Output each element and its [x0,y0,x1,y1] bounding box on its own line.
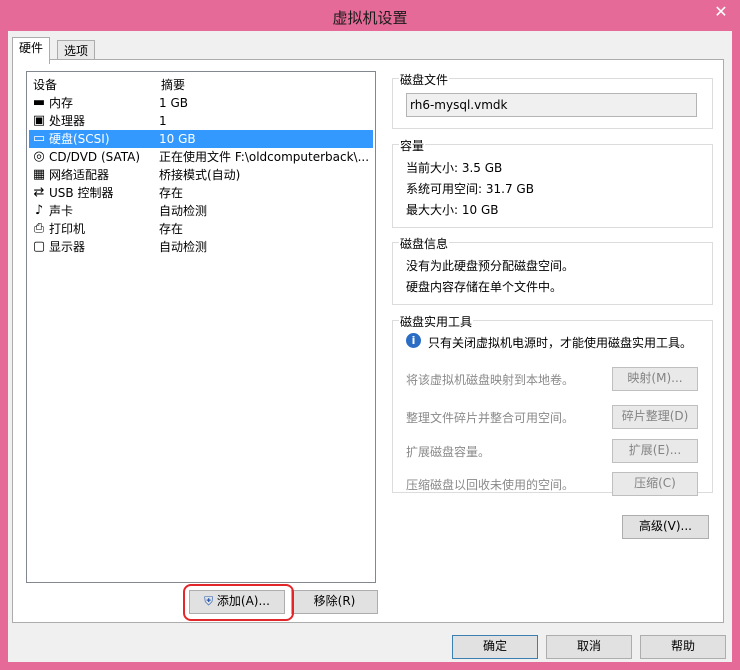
device-name: 硬盘(SCSI) [49,132,110,146]
annotation-circle [183,584,294,621]
device-name: USB 控制器 [49,186,114,200]
device-summary: 正在使用文件 F:\oldcomputerback\... [159,150,369,164]
harddisk-icon: ▭ [32,131,46,146]
device-row[interactable]: ◎ CD/DVD (SATA) 正在使用文件 F:\oldcomputerback\… [29,148,373,166]
info-icon: i [406,333,421,348]
close-icon[interactable]: ✕ [710,2,732,22]
disk-info-group: 磁盘信息 没有为此硬盘预分配磁盘空间。 硬盘内容存储在单个文件中。 [392,235,713,305]
disk-info-group-title: 磁盘信息 [399,235,450,252]
device-name: 内存 [49,96,74,110]
dialog-client-area: 硬件 选项 设备 摘要 ▬ 内存 1 GB ▣ 处理器 1 ▭ 硬盘(SCSI) 10 GB ◎ C… [8,31,732,662]
device-name: 打印机 [49,222,86,236]
device-row[interactable]: ▬ 内存 1 GB [29,94,373,112]
capacity-group-title: 容量 [399,137,426,154]
device-list-header: 设备 摘要 [27,76,375,92]
utilities-notice-text: 只有关闭虚拟机电源时，才能使用磁盘实用工具。 [428,336,693,350]
defrag-button[interactable]: 碎片整理(D) [612,405,698,429]
device-summary: 自动检测 [159,240,208,254]
map-description: 将该虚拟机磁盘映射到本地卷。 [406,373,575,387]
cpu-icon: ▣ [32,113,46,128]
device-row[interactable]: ▢ 显示器 自动检测 [29,238,373,256]
current-size-text: 当前大小: 3.5 GB [406,161,503,175]
device-summary: 自动检测 [159,204,208,218]
device-summary: 存在 [159,186,184,200]
system-free-space-text: 系统可用空间: 31.7 GB [406,182,534,196]
disk-utilities-group: 磁盘实用工具 i 只有关闭虚拟机电源时，才能使用磁盘实用工具。 将该虚拟机磁盘映… [392,313,713,496]
cd-dvd-icon: ◎ [33,149,45,164]
device-name: 处理器 [49,114,86,128]
usb-icon: ⇄ [33,185,45,200]
tab-hardware[interactable]: 硬件 [12,37,51,64]
disk-file-group-title: 磁盘文件 [399,71,450,88]
device-name: CD/DVD (SATA) [49,150,141,164]
device-list[interactable]: 设备 摘要 ▬ 内存 1 GB ▣ 处理器 1 ▭ 硬盘(SCSI) 10 GB ◎ CD/DVD … [26,71,376,583]
sound-icon: ♪ [34,203,44,218]
device-row[interactable]: ⇄ USB 控制器 存在 [29,184,373,202]
advanced-button[interactable]: 高级(V)... [622,515,709,539]
compact-description: 压缩磁盘以回收未使用的空间。 [406,478,575,492]
help-button[interactable]: 帮助 [640,635,726,659]
hardware-tab-panel: 设备 摘要 ▬ 内存 1 GB ▣ 处理器 1 ▭ 硬盘(SCSI) 10 GB ◎ CD/DVD … [12,59,724,623]
disk-info-line-2: 硬盘内容存储在单个文件中。 [406,280,563,294]
device-row[interactable]: ♪ 声卡 自动检测 [29,202,373,220]
device-row[interactable]: ⎙ 打印机 存在 [29,220,373,238]
window-frame: 虚拟机设置 ✕ 硬件 选项 设备 摘要 ▬ 内存 1 GB ▣ 处理器 1 ▭ 硬盘(SCSI… [0,0,740,670]
device-summary: 存在 [159,222,184,236]
expand-description: 扩展磁盘容量。 [406,445,491,459]
compact-button[interactable]: 压缩(C) [612,472,698,496]
display-icon: ▢ [32,239,46,254]
window-title: 虚拟机设置 [332,9,408,27]
expand-button[interactable]: 扩展(E)... [612,439,698,463]
network-icon: ▦ [32,167,46,182]
device-name: 显示器 [49,240,86,254]
remove-device-button[interactable]: 移除(R) [291,590,378,614]
column-header-device[interactable]: 设备 [33,76,57,93]
disk-file-group: 磁盘文件 rh6-mysql.vmdk [392,71,713,129]
capacity-group: 容量 当前大小: 3.5 GB 系统可用空间: 31.7 GB 最大大小: 10… [392,137,713,228]
device-name: 声卡 [49,204,74,218]
device-summary: 1 GB [159,96,188,110]
device-name: 网络适配器 [49,168,110,182]
device-row[interactable]: ▭ 硬盘(SCSI) 10 GB [29,130,373,148]
device-row[interactable]: ▣ 处理器 1 [29,112,373,130]
device-row[interactable]: ▦ 网络适配器 桥接模式(自动) [29,166,373,184]
disk-info-line-1: 没有为此硬盘预分配磁盘空间。 [406,259,575,273]
device-summary: 1 [159,114,167,128]
device-summary: 10 GB [159,132,196,146]
disk-file-field[interactable]: rh6-mysql.vmdk [406,93,697,117]
device-summary: 桥接模式(自动) [159,168,241,182]
ok-button[interactable]: 确定 [452,635,538,659]
defrag-description: 整理文件碎片并整合可用空间。 [406,411,575,425]
disk-utilities-group-title: 磁盘实用工具 [399,313,474,330]
column-header-summary[interactable]: 摘要 [161,76,185,93]
cancel-button[interactable]: 取消 [546,635,632,659]
title-bar: 虚拟机设置 ✕ [0,0,740,32]
max-size-text: 最大大小: 10 GB [406,203,499,217]
memory-icon: ▬ [32,95,46,110]
printer-icon: ⎙ [33,221,45,236]
map-button[interactable]: 映射(M)... [612,367,698,391]
